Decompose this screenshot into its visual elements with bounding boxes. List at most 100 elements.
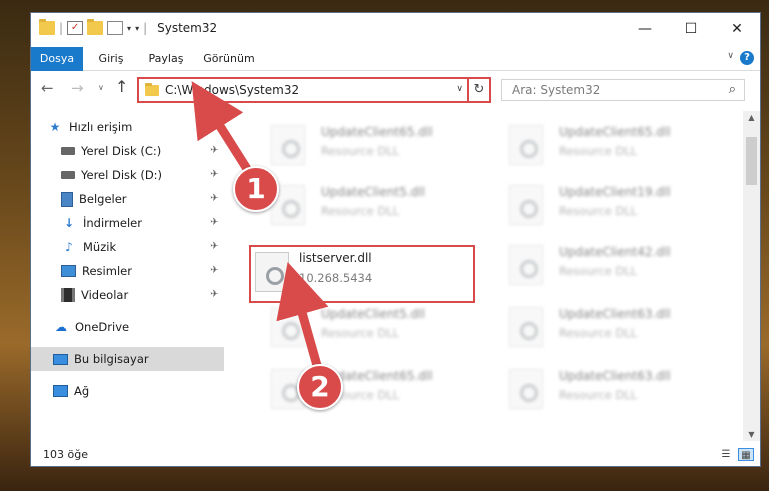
video-icon [61,288,75,302]
pictures-icon [61,265,76,277]
window-title: System32 [157,21,218,35]
scroll-up-icon[interactable]: ▲ [743,113,760,122]
sidebar-item-pictures[interactable]: Resimler ✈ [61,259,218,283]
sidebar-item-documents[interactable]: Belgeler ✈ [61,187,218,211]
sidebar-item-videos[interactable]: Videolar ✈ [61,283,218,307]
close-button[interactable]: ✕ [714,13,760,45]
expand-ribbon-icon[interactable]: ∨ [727,51,734,61]
sidebar-item-music[interactable]: ♪ Müzik ✈ [61,235,218,259]
new-folder-icon[interactable] [87,19,104,35]
vertical-scrollbar[interactable]: ▲ ▼ [743,111,760,441]
back-button[interactable]: ← [41,79,54,97]
dll-file-icon [509,307,543,347]
step-badge-1: 1 [233,166,279,212]
sidebar-item-label: Ağ [74,384,90,398]
sidebar-item-label: Hızlı erişim [69,120,133,134]
sidebar-item-network[interactable]: Ağ [53,379,89,403]
navigation-pane: ★ Hızlı erişim Yerel Disk (C:) ✈ Yerel D… [31,111,227,441]
search-placeholder: Ara: System32 [512,83,601,97]
file-tile[interactable]: UpdateClient42.dll Resource DLL [487,237,713,295]
qat-separator: | [59,21,64,35]
qat-menu-icon[interactable]: ▾ [135,24,139,33]
network-icon [53,385,68,397]
recent-locations-button[interactable]: ∨ [98,83,104,92]
file-name: UpdateClient42.dll [559,245,671,259]
pin-icon[interactable]: ✈ [210,187,218,211]
file-description: Resource DLL [321,144,400,158]
file-name: UpdateClient65.dll [321,125,433,139]
pin-icon[interactable]: ✈ [210,259,218,283]
file-tile-listserver[interactable]: listserver.dll 10.268.5434 [251,247,473,301]
file-description: Resource DLL [559,204,638,218]
sidebar-item-label: Müzik [83,240,117,254]
up-button[interactable]: ↑ [115,77,128,96]
star-icon: ★ [49,120,61,134]
sidebar-item-this-pc[interactable]: Bu bilgisayar [31,347,224,371]
file-description: Resource DLL [559,144,638,158]
file-tile[interactable]: UpdateClient65.dll Resource DLL [249,361,475,419]
window-controls: — ☐ ✕ [622,13,760,45]
help-icon[interactable]: ? [740,51,754,65]
sidebar-item-quick-access[interactable]: ★ Hızlı erişim [47,115,133,139]
file-name: UpdateClient5.dll [321,185,425,199]
file-tile[interactable]: UpdateClient5.dll Resource DLL [249,177,475,235]
pin-icon[interactable]: ✈ [210,163,218,187]
search-icon[interactable]: ⌕ [729,82,736,97]
sidebar-item-label: Yerel Disk (C:) [81,144,162,158]
file-tile[interactable]: UpdateClient65.dll Resource DLL [249,117,475,175]
dll-file-icon [255,252,289,292]
highlighted-file-tile[interactable]: listserver.dll 10.268.5434 [249,245,475,303]
pin-icon[interactable]: ✈ [210,211,218,235]
details-view-icon[interactable]: ☰ [718,448,734,461]
sidebar-item-local-disk-c[interactable]: Yerel Disk (C:) ✈ [61,139,218,163]
refresh-button[interactable]: ↻ [467,79,489,101]
ribbon-tabs: Dosya Giriş Paylaş Görünüm ∨ ? [31,47,760,71]
maximize-button[interactable]: ☐ [668,13,714,45]
address-bar[interactable]: C:\Windows\System32 ∨ ↻ [137,77,491,103]
tab-share[interactable]: Paylaş [143,47,189,71]
properties-check-icon[interactable]: ✓ [67,21,84,35]
music-icon: ♪ [65,240,73,254]
sidebar-item-label: Bu bilgisayar [74,352,149,366]
sidebar-item-label: İndirmeler [83,216,142,230]
file-tile[interactable]: UpdateClient63.dll Resource DLL [487,299,713,357]
item-count: 103 öğe [43,448,88,461]
dll-file-icon [509,369,543,409]
sidebar-item-local-disk-d[interactable]: Yerel Disk (D:) ✈ [61,163,218,187]
sidebar-item-onedrive[interactable]: ☁ OneDrive [53,315,129,339]
document-icon [61,191,73,207]
qat-separator: | [143,21,148,35]
cloud-icon: ☁ [55,320,67,334]
file-description: Resource DLL [321,204,400,218]
tab-home[interactable]: Giriş [91,47,131,71]
file-tile[interactable]: UpdateClient65.dll Resource DLL [487,117,713,175]
pin-icon[interactable]: ✈ [210,235,218,259]
address-path[interactable]: C:\Windows\System32 [165,83,299,97]
pin-icon[interactable]: ✈ [210,139,218,163]
file-name: UpdateClient63.dll [559,369,671,383]
tab-view[interactable]: Görünüm [199,47,259,71]
file-tile[interactable]: UpdateClient63.dll Resource DLL [487,361,713,419]
address-dropdown-icon[interactable]: ∨ [456,84,463,94]
file-tile[interactable]: UpdateClient5.dll Resource DLL [249,299,475,357]
search-input[interactable]: Ara: System32 ⌕ [501,79,745,101]
dll-file-icon [509,245,543,285]
customize-icon[interactable] [107,21,124,35]
tab-file[interactable]: Dosya [31,47,83,71]
file-tile[interactable]: UpdateClient19.dll Resource DLL [487,177,713,235]
dll-file-icon [509,125,543,165]
minimize-button[interactable]: — [622,13,668,45]
qat-dropdown-icon[interactable]: ▾ [127,24,131,33]
scroll-down-icon[interactable]: ▼ [743,430,760,439]
folder-icon[interactable] [39,19,55,35]
scrollbar-thumb[interactable] [746,137,757,185]
sidebar-item-downloads[interactable]: ↓ İndirmeler ✈ [61,211,218,235]
sidebar-item-label: Videolar [81,288,129,302]
status-bar: 103 öğe ☰ ▦ [31,443,760,466]
file-version: 10.268.5434 [299,271,373,285]
pin-icon[interactable]: ✈ [210,283,218,307]
forward-button[interactable]: → [71,79,84,97]
dll-file-icon [271,307,305,347]
file-description: Resource DLL [559,264,638,278]
large-icons-view-icon[interactable]: ▦ [738,448,754,461]
